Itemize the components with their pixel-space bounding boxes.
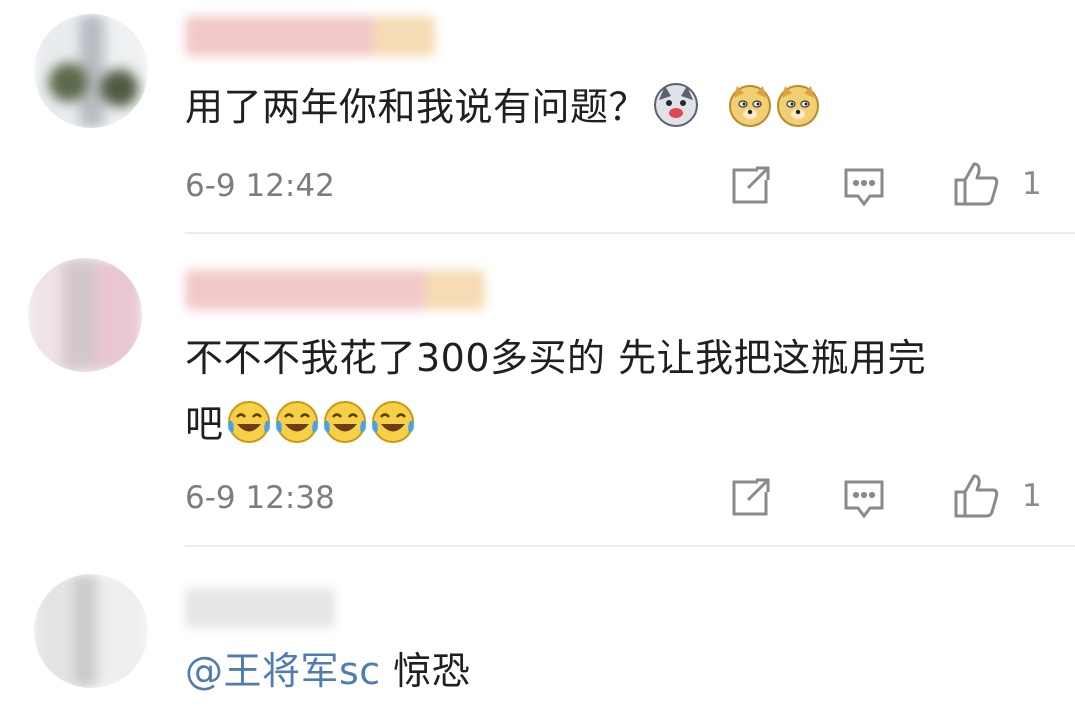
username-redacted — [185, 270, 485, 310]
comment-time: 6-9 12:42 — [185, 168, 335, 204]
username-redacted — [185, 588, 335, 628]
comment-icon — [844, 480, 884, 519]
reply-button[interactable] — [842, 475, 886, 521]
thumbs-up-icon — [954, 474, 999, 518]
like-button[interactable]: 1 — [952, 473, 1042, 519]
doge-emoji — [727, 82, 773, 128]
username-redacted — [185, 16, 435, 56]
like-button[interactable]: 1 — [952, 161, 1042, 207]
comment-text: 不不不我花了300多买的 先让我把这瓶用完 吧 — [185, 325, 1045, 457]
avatar-image — [28, 258, 142, 372]
comment-text-line: 不不不我花了300多买的 先让我把这瓶用完 — [185, 336, 927, 380]
comment-text: 用了两年你和我说有问题？ — [185, 74, 1045, 140]
doge-emoji — [775, 82, 821, 128]
laugh-cry-emoji — [322, 399, 368, 445]
comment-text-line: 惊恐 — [380, 649, 471, 693]
like-count: 1 — [1022, 478, 1042, 514]
laugh-cry-emoji — [226, 399, 272, 445]
share-button[interactable] — [728, 475, 772, 521]
thumbs-up-icon — [954, 162, 999, 206]
avatar[interactable] — [34, 574, 148, 688]
like-count: 1 — [1022, 166, 1042, 202]
avatar-image — [34, 14, 148, 128]
comment-icon — [844, 168, 884, 207]
divider — [185, 545, 1075, 547]
laugh-cry-emoji — [274, 399, 320, 445]
comment-text: @王将军sc 惊恐 — [185, 638, 1045, 704]
share-icon — [732, 166, 770, 204]
comment-time: 6-9 12:38 — [185, 480, 335, 516]
comment-feed: 用了两年你和我说有问题？ 6-9 12:42 1 不不不我花了300多买的 先让… — [0, 0, 1075, 723]
share-icon — [732, 478, 770, 516]
avatar[interactable] — [34, 14, 148, 128]
divider — [185, 232, 1075, 234]
comment-text-line: 吧 — [185, 402, 224, 446]
avatar[interactable] — [28, 258, 142, 372]
avatar-image — [34, 574, 148, 688]
reply-button[interactable] — [842, 163, 886, 209]
laugh-cry-emoji — [370, 399, 416, 445]
comment-text-line: 用了两年你和我说有问题？ — [185, 85, 648, 129]
mention-link[interactable]: @王将军sc — [185, 649, 381, 693]
share-button[interactable] — [728, 163, 772, 209]
husky-emoji — [653, 82, 699, 128]
